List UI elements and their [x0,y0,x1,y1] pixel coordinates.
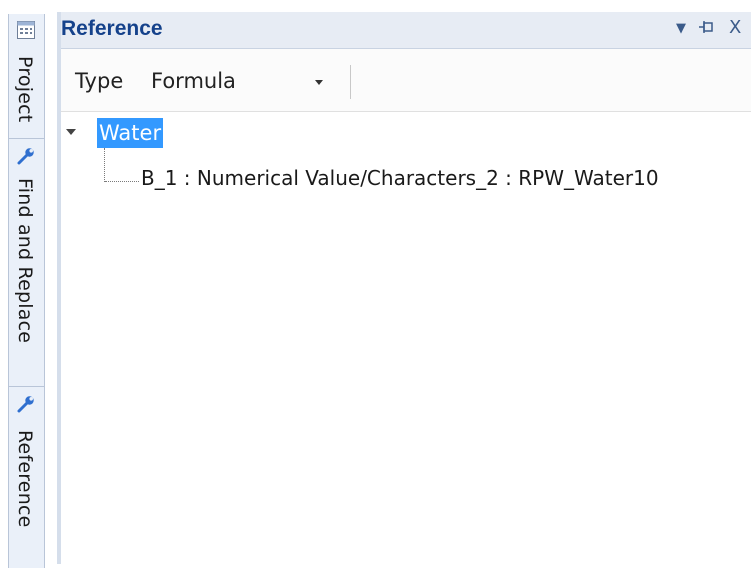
toolbar-divider [350,65,351,99]
side-tab-project-label: Project [14,56,36,123]
type-dropdown-value: Formula [151,69,236,93]
panel-menu-dropdown-icon[interactable]: ▼ [676,21,686,36]
type-label: Type [75,69,124,93]
side-tab-strip: Project Find and Replace Reference [0,0,57,568]
type-dropdown[interactable]: Formula [141,61,353,99]
wrench-icon [16,146,36,170]
side-tab-reference[interactable]: Reference [9,386,44,568]
close-icon[interactable]: X [729,17,741,38]
tree-expand-toggle-icon[interactable] [65,126,77,141]
reference-tree: Water B_1 : Numerical Value/Characters_2… [61,114,751,564]
side-tab-find-and-replace[interactable]: Find and Replace [9,138,44,387]
reference-panel: Reference ▼ X Type Formula Water B_1: N… [61,12,751,564]
wrench-icon [16,394,36,418]
panel-title: Reference [61,17,163,40]
tree-connector-horizontal [105,181,139,182]
pin-icon[interactable] [698,18,716,40]
side-tab-find-and-replace-label: Find and Replace [14,178,36,344]
side-tab-reference-label: Reference [14,430,36,528]
side-tab-project[interactable]: Project [9,14,44,139]
grid-window-icon [16,20,36,44]
tree-node-water[interactable]: Water [97,118,164,148]
tree-connector-vertical [104,148,105,182]
panel-title-bar: Reference ▼ X [61,12,751,49]
tree-node-child[interactable]: B_1 : Numerical Value/Characters_2 : RPW… [141,166,659,190]
side-tab-column: Project Find and Replace Reference [8,14,45,568]
chevron-down-icon [314,68,324,94]
reference-toolbar: Type Formula [61,49,751,112]
